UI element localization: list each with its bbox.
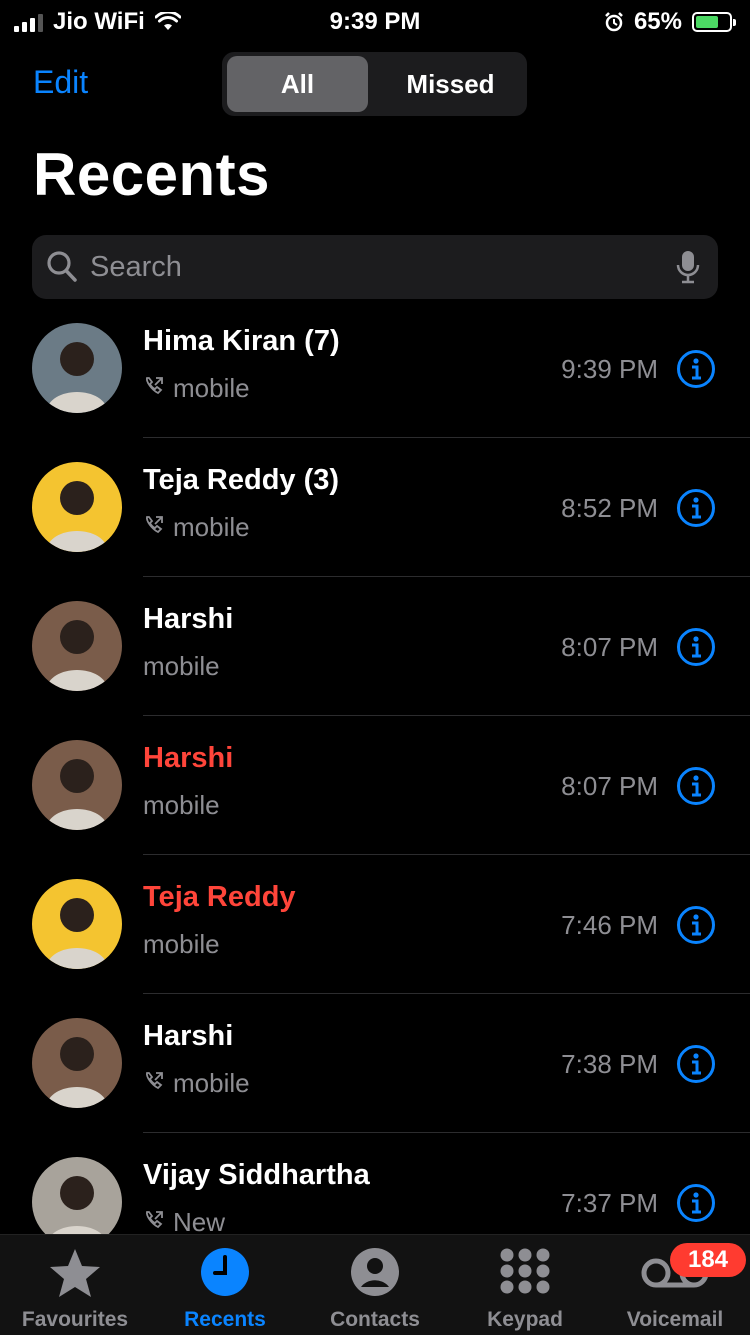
call-detail: mobile — [143, 373, 250, 404]
call-type: mobile — [173, 1068, 250, 1098]
call-time: 8:07 PM — [561, 632, 658, 662]
call-detail: mobile — [143, 790, 220, 821]
call-row[interactable]: Teja Reddy (3) mobile 8:52 PM — [0, 438, 750, 577]
avatar — [32, 1018, 122, 1108]
tab-recents[interactable]: Recents — [150, 1235, 300, 1335]
caller-name: Vijay Siddhartha — [143, 1159, 370, 1191]
tab-bar: Favourites Recents Contacts Keypad Voice… — [0, 1234, 750, 1335]
status-bar: Jio WiFi 9:39 PM 65% — [0, 0, 750, 42]
clock-icon — [201, 1248, 249, 1296]
tab-label: Recents — [184, 1308, 266, 1331]
caller-name: Harshi — [143, 742, 234, 774]
info-icon — [677, 489, 715, 527]
outgoing-call-icon — [143, 1068, 165, 1099]
avatar — [32, 879, 122, 969]
caller-name: Hima Kiran (7) — [143, 325, 340, 357]
info-button[interactable] — [676, 905, 716, 950]
person-circle-icon — [351, 1248, 399, 1296]
call-row[interactable]: Harshi mobile 8:07 PM — [0, 577, 750, 716]
avatar — [32, 740, 122, 830]
tab-label: Contacts — [330, 1308, 420, 1331]
call-time: 8:07 PM — [561, 771, 658, 801]
info-icon — [677, 350, 715, 388]
caller-name: Harshi — [143, 603, 234, 635]
call-type: mobile — [173, 373, 250, 403]
tab-favourites[interactable]: Favourites — [0, 1235, 150, 1335]
call-time: 8:52 PM — [561, 493, 658, 523]
search-placeholder: Search — [90, 251, 182, 283]
recents-list: Hima Kiran (7) mobile 9:39 PM Teja Reddy… — [0, 299, 750, 1272]
outgoing-call-icon — [143, 512, 165, 543]
call-row[interactable]: Hima Kiran (7) mobile 9:39 PM — [0, 299, 750, 438]
status-right: 65% — [604, 8, 736, 36]
info-button[interactable] — [676, 627, 716, 672]
info-button[interactable] — [676, 1044, 716, 1089]
call-type: mobile — [143, 651, 220, 681]
call-detail: mobile — [143, 1068, 250, 1099]
info-icon — [677, 1184, 715, 1222]
call-detail: mobile — [143, 512, 250, 543]
caller-name: Harshi — [143, 1020, 234, 1052]
call-time: 7:37 PM — [561, 1188, 658, 1218]
call-row[interactable]: Harshi mobile 7:38 PM — [0, 994, 750, 1133]
search-icon — [47, 251, 77, 282]
call-time: 7:46 PM — [561, 910, 658, 940]
call-type: mobile — [143, 929, 220, 959]
caller-name: Teja Reddy (3) — [143, 464, 340, 496]
info-button[interactable] — [676, 349, 716, 394]
call-type: mobile — [173, 512, 250, 542]
page-title: Recents — [33, 141, 270, 208]
tab-contacts[interactable]: Contacts — [300, 1235, 450, 1335]
keypad-icon — [500, 1248, 550, 1294]
call-row[interactable]: Harshi mobile 8:07 PM — [0, 716, 750, 855]
tab-label: Voicemail — [626, 1308, 724, 1331]
call-row[interactable]: Teja Reddy mobile 7:46 PM — [0, 855, 750, 994]
caller-name: Teja Reddy — [143, 881, 296, 913]
edit-button[interactable]: Edit — [33, 64, 88, 101]
info-icon — [677, 1045, 715, 1083]
call-time: 7:38 PM — [561, 1049, 658, 1079]
info-icon — [677, 628, 715, 666]
battery-percent: 65% — [633, 8, 682, 35]
tab-label: Keypad — [487, 1308, 563, 1331]
call-type: mobile — [143, 790, 220, 820]
call-detail: mobile — [143, 651, 220, 682]
info-icon — [677, 906, 715, 944]
search-bar[interactable]: Search — [32, 235, 718, 299]
tab-keypad[interactable]: Keypad — [450, 1235, 600, 1335]
voicemail-badge: 184 — [670, 1243, 746, 1277]
avatar — [32, 601, 122, 691]
alarm-icon — [605, 12, 623, 32]
microphone-icon[interactable] — [676, 249, 700, 285]
battery-icon — [692, 12, 736, 32]
info-button[interactable] — [676, 1183, 716, 1228]
segment-missed[interactable]: Missed — [380, 56, 521, 112]
star-icon — [50, 1249, 100, 1297]
call-time: 9:39 PM — [561, 354, 658, 384]
outgoing-call-icon — [143, 373, 165, 404]
filter-segmented-control: All Missed — [222, 52, 527, 116]
avatar — [32, 323, 122, 413]
segment-all[interactable]: All — [227, 56, 368, 112]
tab-label: Favourites — [21, 1308, 129, 1331]
info-button[interactable] — [676, 766, 716, 811]
call-detail: mobile — [143, 929, 220, 960]
info-button[interactable] — [676, 488, 716, 533]
avatar — [32, 462, 122, 552]
info-icon — [677, 767, 715, 805]
